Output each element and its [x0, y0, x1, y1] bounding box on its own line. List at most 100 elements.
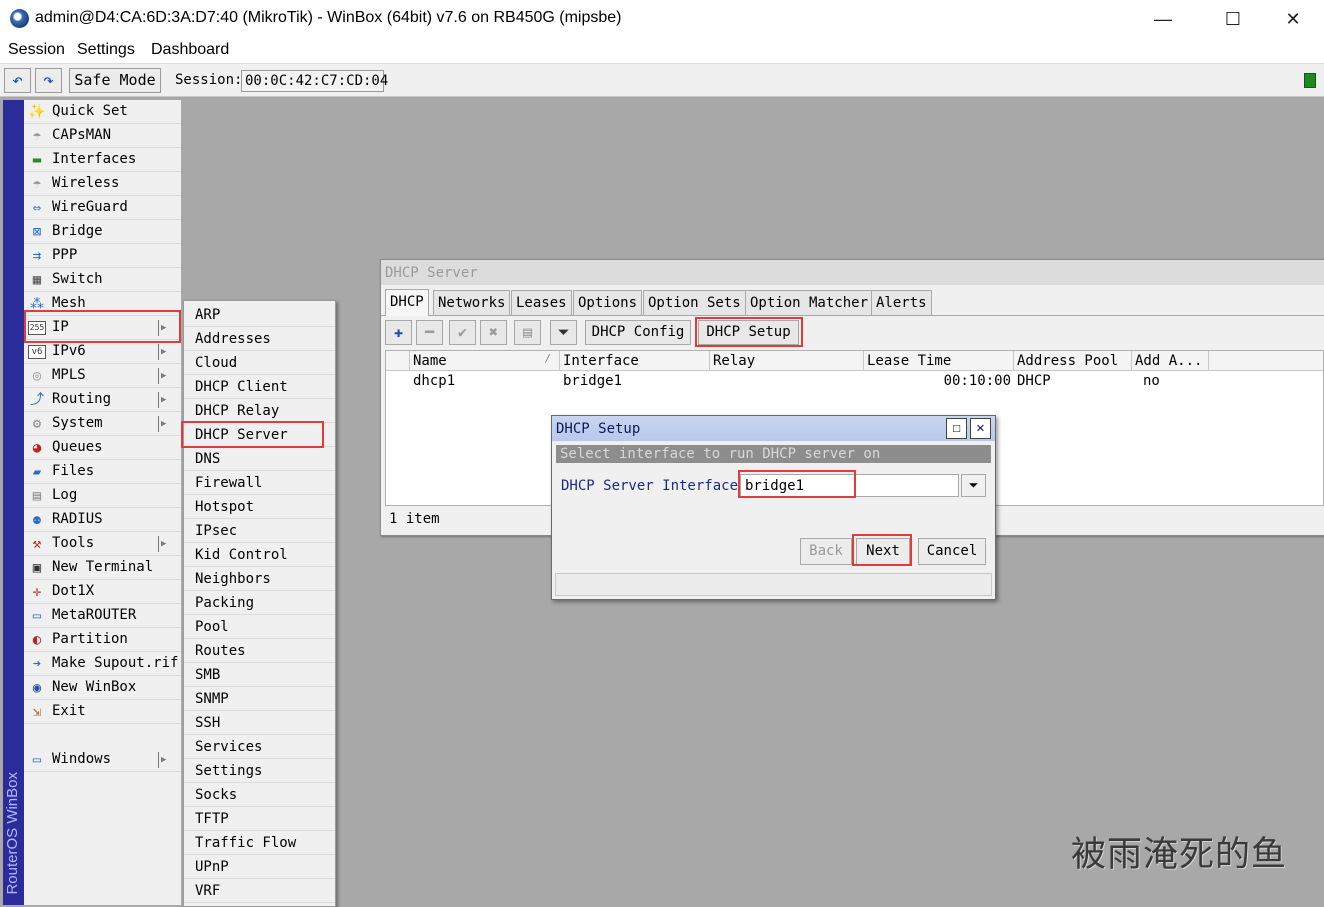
- column-header-interface[interactable]: Interface: [560, 351, 710, 371]
- tab-option-sets[interactable]: Option Sets: [643, 290, 746, 315]
- menu-settings[interactable]: Settings: [77, 41, 135, 59]
- sidebar-item-system[interactable]: ⚙ System ▶: [24, 412, 181, 436]
- tab-options[interactable]: Options: [573, 290, 643, 315]
- sidebar-item-ppp[interactable]: ⇉ PPP: [24, 244, 181, 268]
- ip-submenu-item-packing[interactable]: Packing: [184, 591, 335, 615]
- minimize-button[interactable]: —: [1140, 6, 1186, 32]
- ip-submenu-item-dns[interactable]: DNS: [184, 447, 335, 471]
- connection-status-icon: [1304, 73, 1316, 88]
- column-header-name[interactable]: Name /: [410, 351, 560, 371]
- sidebar-item-queues[interactable]: ◕ Queues: [24, 436, 181, 460]
- back-button[interactable]: Back: [800, 538, 852, 565]
- sidebar-item-routing[interactable]: ⤴ Routing ▶: [24, 388, 181, 412]
- sidebar-item-files[interactable]: ▰ Files: [24, 460, 181, 484]
- tab-option-matcher[interactable]: Option Matcher: [745, 290, 874, 315]
- ip-submenu-item-ssh[interactable]: SSH: [184, 711, 335, 735]
- dhcp-server-window-title[interactable]: DHCP Server: [381, 260, 1324, 285]
- sidebar-item-exit[interactable]: ⇲ Exit: [24, 700, 181, 724]
- tab-networks[interactable]: Networks: [433, 290, 511, 315]
- sidebar-item-interfaces[interactable]: ▬ Interfaces: [24, 148, 181, 172]
- cell-name: dhcp1: [413, 373, 456, 389]
- ip-submenu-label: Kid Control: [195, 547, 288, 563]
- interface-dropdown-icon[interactable]: ⏷: [961, 474, 986, 497]
- ip-submenu-item-dhcp-client[interactable]: DHCP Client: [184, 375, 335, 399]
- column-header-add-arp[interactable]: Add A...: [1132, 351, 1209, 371]
- sidebar-item-log[interactable]: ▤ Log: [24, 484, 181, 508]
- ip-submenu-item-cloud[interactable]: Cloud: [184, 351, 335, 375]
- ip-submenu-item-routes[interactable]: Routes: [184, 639, 335, 663]
- ip-submenu-label: Addresses: [195, 331, 271, 347]
- sidebar-item-metarouter[interactable]: ▭ MetaROUTER: [24, 604, 181, 628]
- sidebar-item-radius[interactable]: ⚉ RADIUS: [24, 508, 181, 532]
- sidebar-item-windows[interactable]: ▭ Windows ▶: [24, 748, 181, 772]
- sidebar-item-capsman[interactable]: ☂ CAPsMAN: [24, 124, 181, 148]
- dhcp-config-button[interactable]: DHCP Config: [585, 320, 691, 345]
- menu-session[interactable]: Session: [8, 41, 65, 59]
- filter-icon[interactable]: ⏷: [550, 320, 577, 345]
- sidebar-item-bridge[interactable]: ⊠ Bridge: [24, 220, 181, 244]
- dhcp-setup-dialog-title[interactable]: DHCP Setup ☐ ✕: [552, 416, 995, 441]
- sidebar-item-label: PPP: [52, 247, 78, 263]
- column-header-relay[interactable]: Relay: [710, 351, 864, 371]
- ip-submenu-label: IPsec: [195, 523, 238, 539]
- remove-icon[interactable]: ━: [416, 320, 443, 345]
- maximize-button[interactable]: ☐: [1210, 6, 1256, 32]
- safe-mode-button[interactable]: Safe Mode: [69, 68, 161, 93]
- sidebar-item-dot1x[interactable]: ✛ Dot1X: [24, 580, 181, 604]
- ip-submenu-item-neighbors[interactable]: Neighbors: [184, 567, 335, 591]
- undo-icon[interactable]: ↶: [4, 68, 31, 93]
- sidebar-item-new-winbox[interactable]: ◉ New WinBox: [24, 676, 181, 700]
- tab-alerts[interactable]: Alerts: [871, 290, 932, 315]
- ip-submenu-item-settings[interactable]: Settings: [184, 759, 335, 783]
- ip-submenu-item-snmp[interactable]: SNMP: [184, 687, 335, 711]
- menu-dashboard[interactable]: Dashboard: [151, 41, 229, 59]
- column-header-lease-time[interactable]: Lease Time: [864, 351, 1014, 371]
- session-field[interactable]: 00:0C:42:C7:CD:04: [241, 70, 388, 92]
- ip-submenu-label: Socks: [195, 787, 238, 803]
- ip-submenu-item-smb[interactable]: SMB: [184, 663, 335, 687]
- dialog-close-icon[interactable]: ✕: [970, 418, 991, 439]
- table-row[interactable]: dhcp1 bridge1 00:10:00 DHCP no: [386, 372, 1323, 391]
- ip-submenu-item-pool[interactable]: Pool: [184, 615, 335, 639]
- ip-submenu-item-dhcp-relay[interactable]: DHCP Relay: [184, 399, 335, 423]
- ip-submenu-item-kid-control[interactable]: Kid Control: [184, 543, 335, 567]
- tab-dhcp[interactable]: DHCP: [385, 289, 429, 316]
- add-icon[interactable]: ✚: [385, 320, 412, 345]
- ip-submenu-item-vrf[interactable]: VRF: [184, 879, 335, 903]
- comment-icon[interactable]: ▤: [514, 320, 541, 345]
- sidebar-item-make-supout-rif[interactable]: ➔ Make Supout.rif: [24, 652, 181, 676]
- ip-submenu-item-tftp[interactable]: TFTP: [184, 807, 335, 831]
- ip-submenu-item-arp[interactable]: ARP: [184, 303, 335, 327]
- close-button[interactable]: ✕: [1270, 6, 1316, 32]
- column-header-address-pool[interactable]: Address Pool: [1014, 351, 1132, 371]
- ip-submenu-item-ipsec[interactable]: IPsec: [184, 519, 335, 543]
- tab-leases[interactable]: Leases: [511, 290, 572, 315]
- sidebar-item-wireguard[interactable]: ⇔ WireGuard: [24, 196, 181, 220]
- sidebar-item-ipv6[interactable]: v6 IPv6 ▶: [24, 340, 181, 364]
- sidebar-item-partition[interactable]: ◐ Partition: [24, 628, 181, 652]
- ip-submenu-item-hotspot[interactable]: Hotspot: [184, 495, 335, 519]
- ip-submenu-item-traffic-flow[interactable]: Traffic Flow: [184, 831, 335, 855]
- sidebar-item-mpls[interactable]: ◎ MPLS ▶: [24, 364, 181, 388]
- sidebar-item-switch[interactable]: ▦ Switch: [24, 268, 181, 292]
- highlight-next: [852, 534, 912, 566]
- ip-submenu-item-addresses[interactable]: Addresses: [184, 327, 335, 351]
- cancel-button[interactable]: Cancel: [918, 538, 986, 565]
- disable-icon[interactable]: ✖: [480, 320, 507, 345]
- redo-icon[interactable]: ↷: [35, 68, 62, 93]
- switch-icon: ▦: [32, 272, 42, 288]
- sidebar-item-tools[interactable]: ⚒ Tools ▶: [24, 532, 181, 556]
- dialog-maximize-icon[interactable]: ☐: [946, 418, 967, 439]
- sidebar-item-label: New Terminal: [52, 559, 154, 575]
- ip-submenu-label: SSH: [195, 715, 221, 731]
- ip-submenu-item-socks[interactable]: Socks: [184, 783, 335, 807]
- sort-icon: /: [544, 352, 551, 365]
- sidebar-item-new-terminal[interactable]: ▣ New Terminal: [24, 556, 181, 580]
- sidebar-item-wireless[interactable]: ☂ Wireless: [24, 172, 181, 196]
- ip-submenu-item-firewall[interactable]: Firewall: [184, 471, 335, 495]
- enable-icon[interactable]: ✔: [449, 320, 476, 345]
- sidebar-item-quick-set[interactable]: ✨ Quick Set: [24, 100, 181, 124]
- ip-submenu-item-services[interactable]: Services: [184, 735, 335, 759]
- ip-submenu-item-upnp[interactable]: UPnP: [184, 855, 335, 879]
- ip-submenu-label: SMB: [195, 667, 221, 683]
